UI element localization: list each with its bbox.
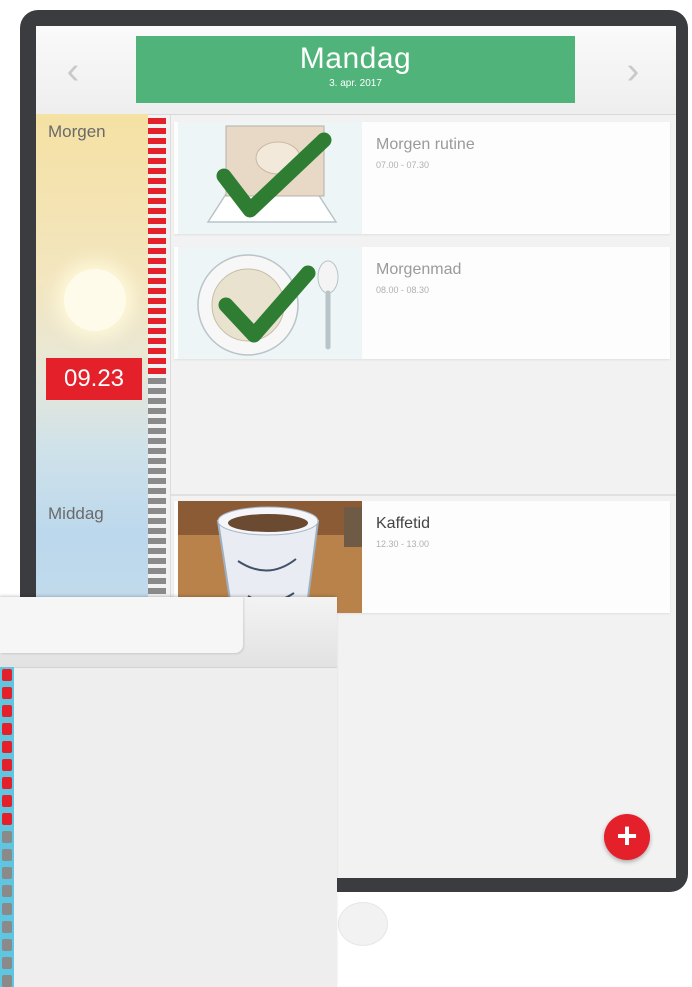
time-tick (148, 248, 166, 254)
time-tick (148, 398, 166, 404)
overlay-header (0, 597, 337, 668)
time-tick (148, 478, 166, 484)
overlay-tick (2, 903, 12, 915)
next-day-icon[interactable]: › (618, 52, 648, 90)
overlay-tick (2, 795, 12, 807)
time-tick (148, 198, 166, 204)
overlay-tick (2, 741, 12, 753)
overlay-tick (2, 867, 12, 879)
time-tick (148, 578, 166, 584)
activity-title: Morgenmad (376, 261, 462, 278)
time-tick (148, 468, 166, 474)
day-header: ‹ Mandag 3. apr. 2017 › (36, 26, 676, 115)
time-tick (148, 548, 166, 554)
overlay-tick (2, 687, 12, 699)
time-tick (148, 178, 166, 184)
time-tick (148, 518, 166, 524)
overlay-time-strip (0, 667, 14, 987)
time-tick (148, 458, 166, 464)
time-tick (148, 338, 166, 344)
time-tick (148, 168, 166, 174)
time-tick (148, 188, 166, 194)
activity-title: Morgen rutine (376, 136, 475, 153)
overlay-tick (2, 777, 12, 789)
time-tick (148, 448, 166, 454)
time-tick (148, 208, 166, 214)
time-tick (148, 498, 166, 504)
time-tick (148, 588, 166, 594)
activity-time: 07.00 - 07.30 (376, 160, 430, 170)
overlay-tick (2, 705, 12, 717)
time-tick (148, 388, 166, 394)
overlay-tick (2, 939, 12, 951)
time-tick (148, 118, 166, 124)
overlay-screen (0, 597, 337, 987)
time-tick (148, 438, 166, 444)
sun-icon (64, 269, 126, 331)
time-tick (148, 308, 166, 314)
time-tick (148, 328, 166, 334)
time-tick (148, 538, 166, 544)
time-tick (148, 418, 166, 424)
time-tick (148, 128, 166, 134)
time-tick (148, 158, 166, 164)
overlay-tick (2, 759, 12, 771)
activity-time: 08.00 - 08.30 (376, 285, 430, 295)
overlay-tick (2, 921, 12, 933)
time-tick (148, 528, 166, 534)
time-tick (148, 358, 166, 364)
overlay-tick (2, 957, 12, 969)
overlay-tick (2, 669, 12, 681)
home-button[interactable] (338, 902, 388, 946)
overlay-tick (2, 849, 12, 861)
section-divider (171, 494, 676, 496)
overlay-tick (2, 813, 12, 825)
time-tick (148, 428, 166, 434)
time-tick (148, 508, 166, 514)
time-tick (148, 258, 166, 264)
previous-day-icon[interactable]: ‹ (58, 52, 88, 90)
overlay-tick (2, 885, 12, 897)
time-tick (148, 348, 166, 354)
overlay-tick (2, 975, 12, 987)
day-date: 3. apr. 2017 (329, 78, 382, 89)
period-label-morning: Morgen (48, 122, 106, 141)
time-tick (148, 138, 166, 144)
period-label-midday: Middag (48, 504, 104, 523)
activity-card[interactable]: Morgen rutine 07.00 - 07.30 (174, 122, 670, 234)
time-tick (148, 228, 166, 234)
time-tick (148, 378, 166, 384)
time-tick (148, 488, 166, 494)
current-time-badge: 09.23 (46, 358, 142, 400)
time-tick (148, 298, 166, 304)
day-banner: Mandag 3. apr. 2017 (136, 36, 575, 103)
time-tick (148, 148, 166, 154)
time-tick (148, 238, 166, 244)
time-tick (148, 368, 166, 374)
time-tick (148, 318, 166, 324)
activity-card[interactable]: Morgenmad 08.00 - 08.30 (174, 247, 670, 359)
time-tick (148, 558, 166, 564)
time-tick (148, 408, 166, 414)
overlay-tick (2, 831, 12, 843)
time-tick (148, 278, 166, 284)
time-tick (148, 218, 166, 224)
overlay-tab (0, 597, 243, 653)
time-tick (148, 268, 166, 274)
add-activity-button[interactable]: + (604, 814, 650, 860)
day-title: Mandag (299, 42, 412, 75)
overlay-tick (2, 723, 12, 735)
bed-check-icon (178, 122, 362, 234)
time-tick (148, 288, 166, 294)
activity-time: 12.30 - 13.00 (376, 539, 430, 549)
activity-title: Kaffetid (376, 515, 430, 532)
porridge-check-icon (178, 247, 362, 359)
time-tick (148, 568, 166, 574)
